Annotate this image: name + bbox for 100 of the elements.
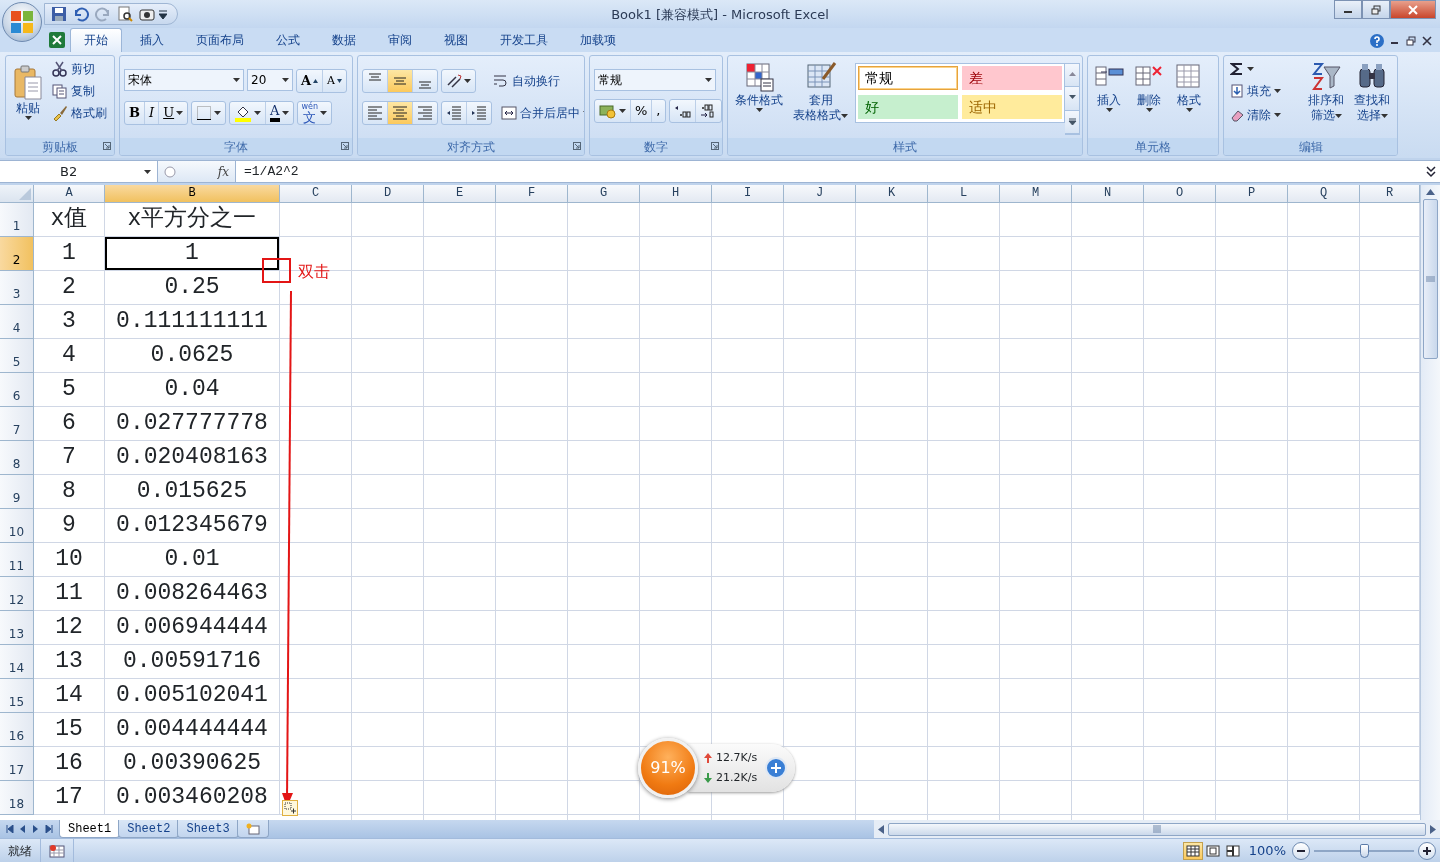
- comma-button[interactable]: ,: [652, 100, 665, 122]
- column-header[interactable]: Q: [1288, 185, 1360, 203]
- help-icon[interactable]: [1370, 34, 1384, 48]
- view-normal-button[interactable]: [1182, 841, 1203, 860]
- office-button[interactable]: [2, 2, 42, 42]
- row-header[interactable]: 9: [0, 475, 34, 509]
- column-header[interactable]: O: [1144, 185, 1216, 203]
- copy-button[interactable]: 复制: [50, 81, 110, 101]
- add-button[interactable]: [765, 757, 788, 779]
- column-header[interactable]: P: [1216, 185, 1288, 203]
- delete-cells-button[interactable]: 删除: [1130, 59, 1168, 135]
- close-button[interactable]: [1390, 0, 1436, 19]
- row-header[interactable]: 10: [0, 509, 34, 543]
- italic-button[interactable]: I: [145, 102, 160, 124]
- auto-fill-options-icon[interactable]: [282, 800, 298, 816]
- column-header[interactable]: J: [784, 185, 856, 203]
- formula-field[interactable]: =1/A2^2: [236, 161, 1426, 182]
- grow-font-button[interactable]: A: [297, 70, 324, 92]
- row-header[interactable]: 6: [0, 373, 34, 407]
- bold-button[interactable]: B: [125, 102, 145, 124]
- row-header[interactable]: 8: [0, 441, 34, 475]
- row-header[interactable]: 17: [0, 747, 34, 781]
- row-header[interactable]: 7: [0, 407, 34, 441]
- cell-style-option[interactable]: 适中: [962, 95, 1062, 119]
- wrap-text-button[interactable]: 自动换行: [491, 71, 562, 91]
- row-header[interactable]: 1: [0, 203, 34, 237]
- restore-icon[interactable]: [1406, 36, 1416, 46]
- column-header[interactable]: R: [1360, 185, 1420, 203]
- clear-button[interactable]: 清除: [1228, 105, 1301, 125]
- merge-center-button[interactable]: 合并后居中: [499, 103, 584, 123]
- ribbon-tab[interactable]: 加载项: [566, 28, 630, 52]
- conditional-formatting-button[interactable]: 条件格式: [732, 59, 786, 135]
- font-size-field[interactable]: 20: [247, 69, 293, 91]
- column-header[interactable]: E: [424, 185, 496, 203]
- camera-icon[interactable]: [139, 6, 155, 22]
- cell-style-option[interactable]: 好: [858, 95, 958, 119]
- row-header[interactable]: 5: [0, 339, 34, 373]
- sheet-tab[interactable]: Sheet3: [177, 820, 239, 838]
- font-name-field[interactable]: 宋体: [124, 69, 244, 91]
- row-header[interactable]: 11: [0, 543, 34, 577]
- format-as-table-button[interactable]: 套用 表格格式: [790, 59, 851, 135]
- dialog-launcher-icon[interactable]: [573, 142, 581, 150]
- record-macro-icon[interactable]: [49, 843, 65, 858]
- slider-thumb[interactable]: [1360, 843, 1369, 858]
- cell-style-option[interactable]: 常规: [858, 66, 958, 90]
- ribbon-tab[interactable]: 视图: [430, 28, 482, 52]
- undo-icon[interactable]: [73, 6, 89, 22]
- row-header[interactable]: 4: [0, 305, 34, 339]
- expand-formula-icon[interactable]: [1426, 166, 1436, 178]
- column-header[interactable]: B: [105, 185, 280, 203]
- ribbon-tab[interactable]: 开发工具: [486, 28, 562, 52]
- format-painter-button[interactable]: 格式刷: [50, 103, 110, 123]
- sheet-tab[interactable]: Sheet2: [118, 820, 180, 838]
- print-preview-icon[interactable]: [117, 6, 133, 22]
- number-format-field[interactable]: 常规: [594, 69, 716, 91]
- row-header[interactable]: 3: [0, 271, 34, 305]
- cut-button[interactable]: 剪切: [50, 59, 110, 79]
- ribbon-tab[interactable]: 数据: [318, 28, 370, 52]
- insert-cells-button[interactable]: 插入: [1090, 59, 1128, 135]
- next-sheet-icon[interactable]: [32, 825, 40, 833]
- orientation-button[interactable]: [441, 69, 476, 93]
- row-header[interactable]: 13: [0, 611, 34, 645]
- dialog-launcher-icon[interactable]: [103, 142, 111, 150]
- ribbon-tab[interactable]: 开始: [70, 28, 122, 52]
- cell-style-option[interactable]: 差: [962, 66, 1062, 90]
- save-icon[interactable]: [51, 6, 67, 22]
- column-header[interactable]: H: [640, 185, 712, 203]
- find-select-button[interactable]: 查找和 选择: [1351, 59, 1393, 135]
- vertical-scrollbar[interactable]: [1420, 185, 1440, 820]
- paste-button[interactable]: 粘贴: [10, 63, 46, 135]
- insert-sheet-button[interactable]: [236, 820, 269, 838]
- column-header[interactable]: G: [568, 185, 640, 203]
- dialog-launcher-icon[interactable]: [341, 142, 349, 150]
- ribbon-tab[interactable]: 公式: [262, 28, 314, 52]
- minimize-button[interactable]: [1334, 0, 1362, 19]
- row-header[interactable]: 12: [0, 577, 34, 611]
- first-sheet-icon[interactable]: [6, 825, 14, 833]
- sheet-tab[interactable]: Sheet1: [59, 820, 121, 838]
- column-header[interactable]: I: [712, 185, 784, 203]
- column-header[interactable]: K: [856, 185, 928, 203]
- shrink-font-button[interactable]: A: [323, 70, 347, 92]
- row-header[interactable]: 15: [0, 679, 34, 713]
- insert-function-button[interactable]: fx: [217, 162, 229, 181]
- dialog-launcher-icon[interactable]: [711, 142, 719, 150]
- borders-button[interactable]: [191, 101, 227, 125]
- sort-filter-button[interactable]: 排序和 筛选: [1305, 59, 1347, 135]
- previous-sheet-icon[interactable]: [19, 825, 27, 833]
- horizontal-scrollbar[interactable]: [874, 820, 1440, 838]
- ribbon-tab[interactable]: 审阅: [374, 28, 426, 52]
- column-header[interactable]: L: [928, 185, 1000, 203]
- zoom-out-button[interactable]: [1292, 841, 1310, 860]
- column-header[interactable]: A: [34, 185, 105, 203]
- underline-button[interactable]: U: [159, 102, 188, 124]
- row-header[interactable]: 14: [0, 645, 34, 679]
- restore-button[interactable]: [1362, 0, 1390, 19]
- row-header[interactable]: 2: [0, 237, 34, 271]
- column-header[interactable]: N: [1072, 185, 1144, 203]
- close-icon[interactable]: [1422, 36, 1432, 46]
- zoom-in-button[interactable]: [1418, 841, 1436, 860]
- phonetic-guide-button[interactable]: wén 文: [296, 101, 333, 125]
